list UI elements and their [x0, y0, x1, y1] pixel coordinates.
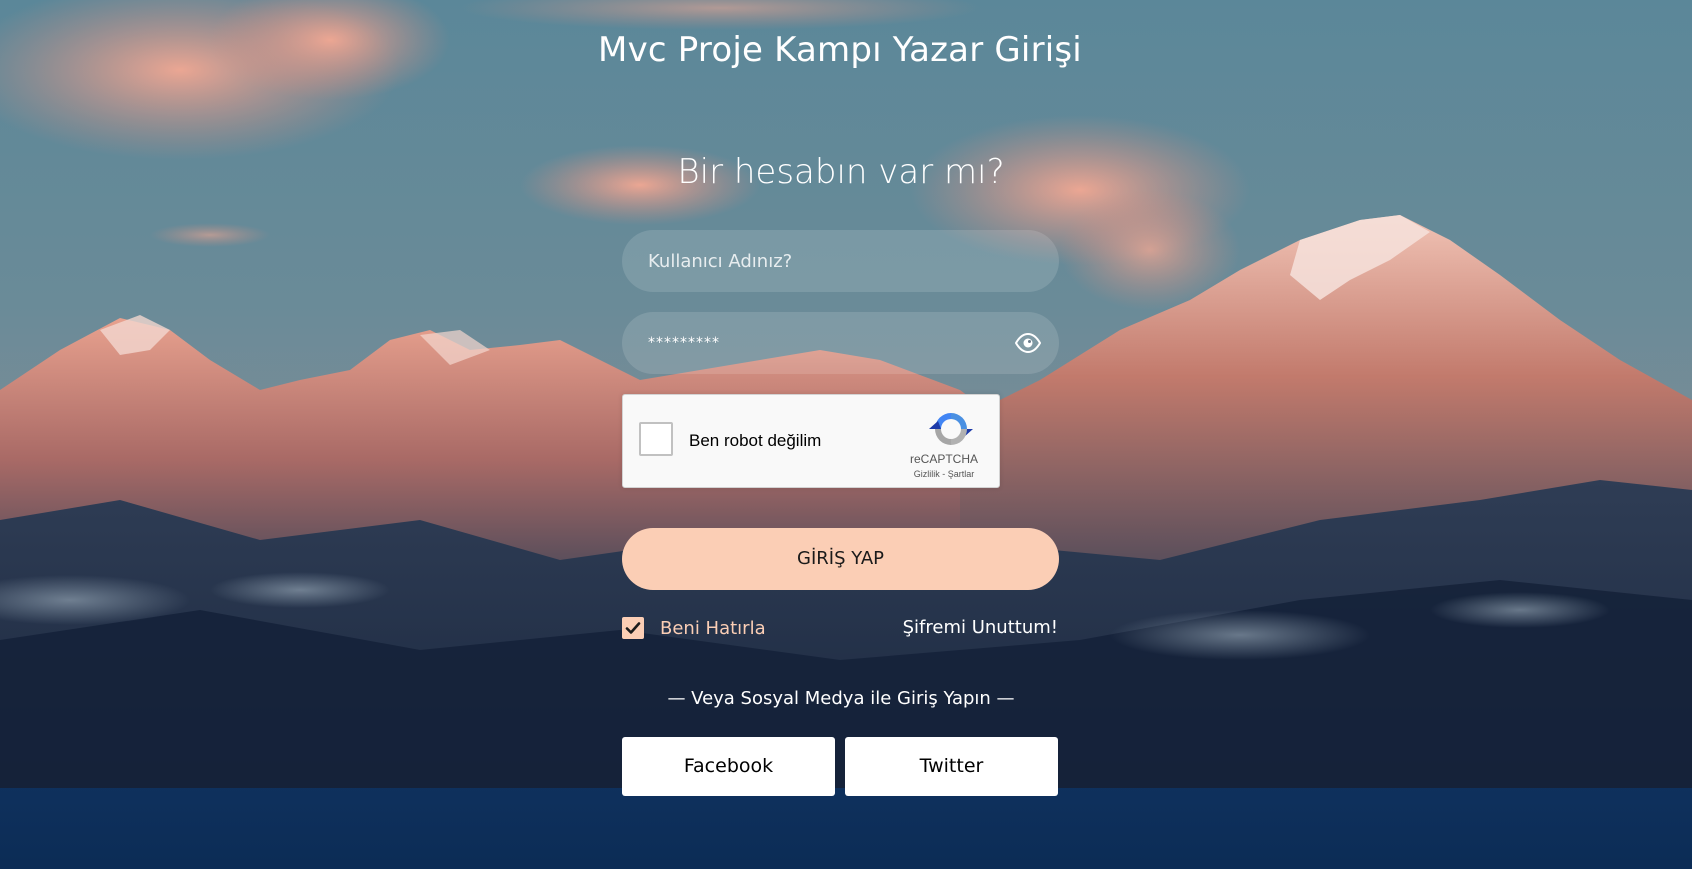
login-button[interactable]: GİRİŞ YAP	[622, 528, 1059, 590]
login-page: Mvc Proje Kampı Yazar Girişi Bir hesabın…	[0, 0, 1692, 869]
recaptcha-links-separator: -	[939, 469, 948, 479]
recaptcha-brand: reCAPTCHA	[909, 452, 978, 466]
recaptcha-privacy-link[interactable]: Gizlilik	[914, 469, 940, 479]
forgot-password-link[interactable]: Şifremi Unuttum!	[903, 615, 1058, 641]
remember-me-toggle[interactable]: Beni Hatırla	[622, 615, 766, 641]
recaptcha-links: Gizlilik - Şartlar	[894, 469, 994, 479]
facebook-login-button[interactable]: Facebook	[622, 737, 835, 796]
check-icon	[625, 622, 641, 634]
username-field[interactable]	[622, 230, 1059, 292]
eye-icon[interactable]	[1014, 331, 1042, 355]
page-title: Mvc Proje Kampı Yazar Girişi	[598, 30, 1082, 70]
password-field[interactable]	[622, 312, 1059, 374]
remember-me-checkbox[interactable]	[622, 617, 644, 639]
recaptcha-terms-link[interactable]: Şartlar	[948, 469, 975, 479]
login-form-container: Mvc Proje Kampı Yazar Girişi Bir hesabın…	[0, 0, 1692, 869]
login-subtitle: Bir hesabın var mı?	[677, 152, 1005, 192]
remember-me-label: Beni Hatırla	[660, 617, 766, 639]
password-input[interactable]	[622, 312, 1059, 374]
recaptcha-checkbox[interactable]	[639, 422, 673, 456]
recaptcha-logo-icon	[929, 409, 973, 449]
social-login-caption: — Veya Sosyal Medya ile Giriş Yapın —	[667, 688, 1015, 709]
twitter-login-button[interactable]: Twitter	[845, 737, 1058, 796]
recaptcha-label: Ben robot değilim	[689, 431, 822, 450]
username-input[interactable]	[622, 230, 1059, 292]
recaptcha-widget: Ben robot değilim reCAPTCHA Gizlilik - Ş…	[622, 394, 1000, 488]
